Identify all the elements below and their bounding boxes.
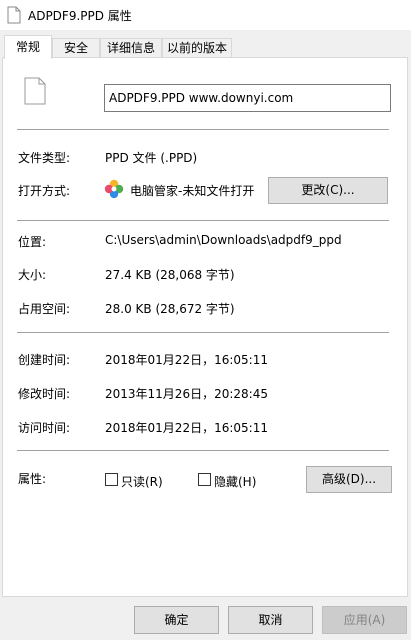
readonly-label[interactable]: 只读(R) <box>121 473 163 490</box>
modified-value: 2013年11月26日，20:28:45 <box>105 387 268 401</box>
tab-details[interactable]: 详细信息 <box>100 38 162 58</box>
title-bar: ADPDF9.PPD 属性 <box>0 0 411 30</box>
file-icon <box>7 6 21 24</box>
size-value: 27.4 KB (28,068 字节) <box>105 268 235 282</box>
created-value: 2018年01月22日，16:05:11 <box>105 353 268 367</box>
advanced-button[interactable]: 高级(D)... <box>306 466 392 493</box>
accessed-label: 访问时间: <box>18 421 71 435</box>
modified-label: 修改时间: <box>18 387 71 401</box>
file-type-value: PPD 文件 (.PPD) <box>105 151 198 165</box>
separator <box>17 332 389 333</box>
separator <box>17 220 389 221</box>
general-panel <box>2 57 408 597</box>
apply-button[interactable]: 应用(A) <box>322 606 407 634</box>
size-label: 大小: <box>18 268 47 282</box>
separator <box>17 450 389 451</box>
blank-file-icon <box>24 77 46 105</box>
opens-with-app: 电脑管家-未知文件打开 <box>130 184 255 198</box>
opens-with-label: 打开方式: <box>18 184 71 198</box>
location-value: C:\Users\admin\Downloads\adpdf9_ppd <box>105 233 342 247</box>
created-label: 创建时间: <box>18 353 71 367</box>
ok-button[interactable]: 确定 <box>134 606 219 634</box>
tab-previous-versions[interactable]: 以前的版本 <box>162 38 232 58</box>
tab-general[interactable]: 常规 <box>4 35 52 59</box>
accessed-value: 2018年01月22日，16:05:11 <box>105 421 268 435</box>
tab-strip: 常规 安全 详细信息 以前的版本 <box>0 35 411 59</box>
separator <box>17 129 389 130</box>
size-on-disk-value: 28.0 KB (28,672 字节) <box>105 302 235 316</box>
readonly-checkbox[interactable] <box>105 473 118 486</box>
hidden-checkbox[interactable] <box>198 473 211 486</box>
file-type-label: 文件类型: <box>18 151 71 165</box>
hidden-label[interactable]: 隐藏(H) <box>214 473 256 490</box>
cancel-button[interactable]: 取消 <box>228 606 313 634</box>
attributes-label: 属性: <box>18 472 47 486</box>
window-title: ADPDF9.PPD 属性 <box>28 8 132 23</box>
location-label: 位置: <box>18 235 47 249</box>
pc-manager-icon <box>104 179 124 199</box>
file-name-input[interactable]: ADPDF9.PPD www.downyi.com <box>104 84 391 112</box>
size-on-disk-label: 占用空间: <box>18 302 71 316</box>
change-button[interactable]: 更改(C)... <box>268 177 388 204</box>
tab-security[interactable]: 安全 <box>52 38 100 58</box>
